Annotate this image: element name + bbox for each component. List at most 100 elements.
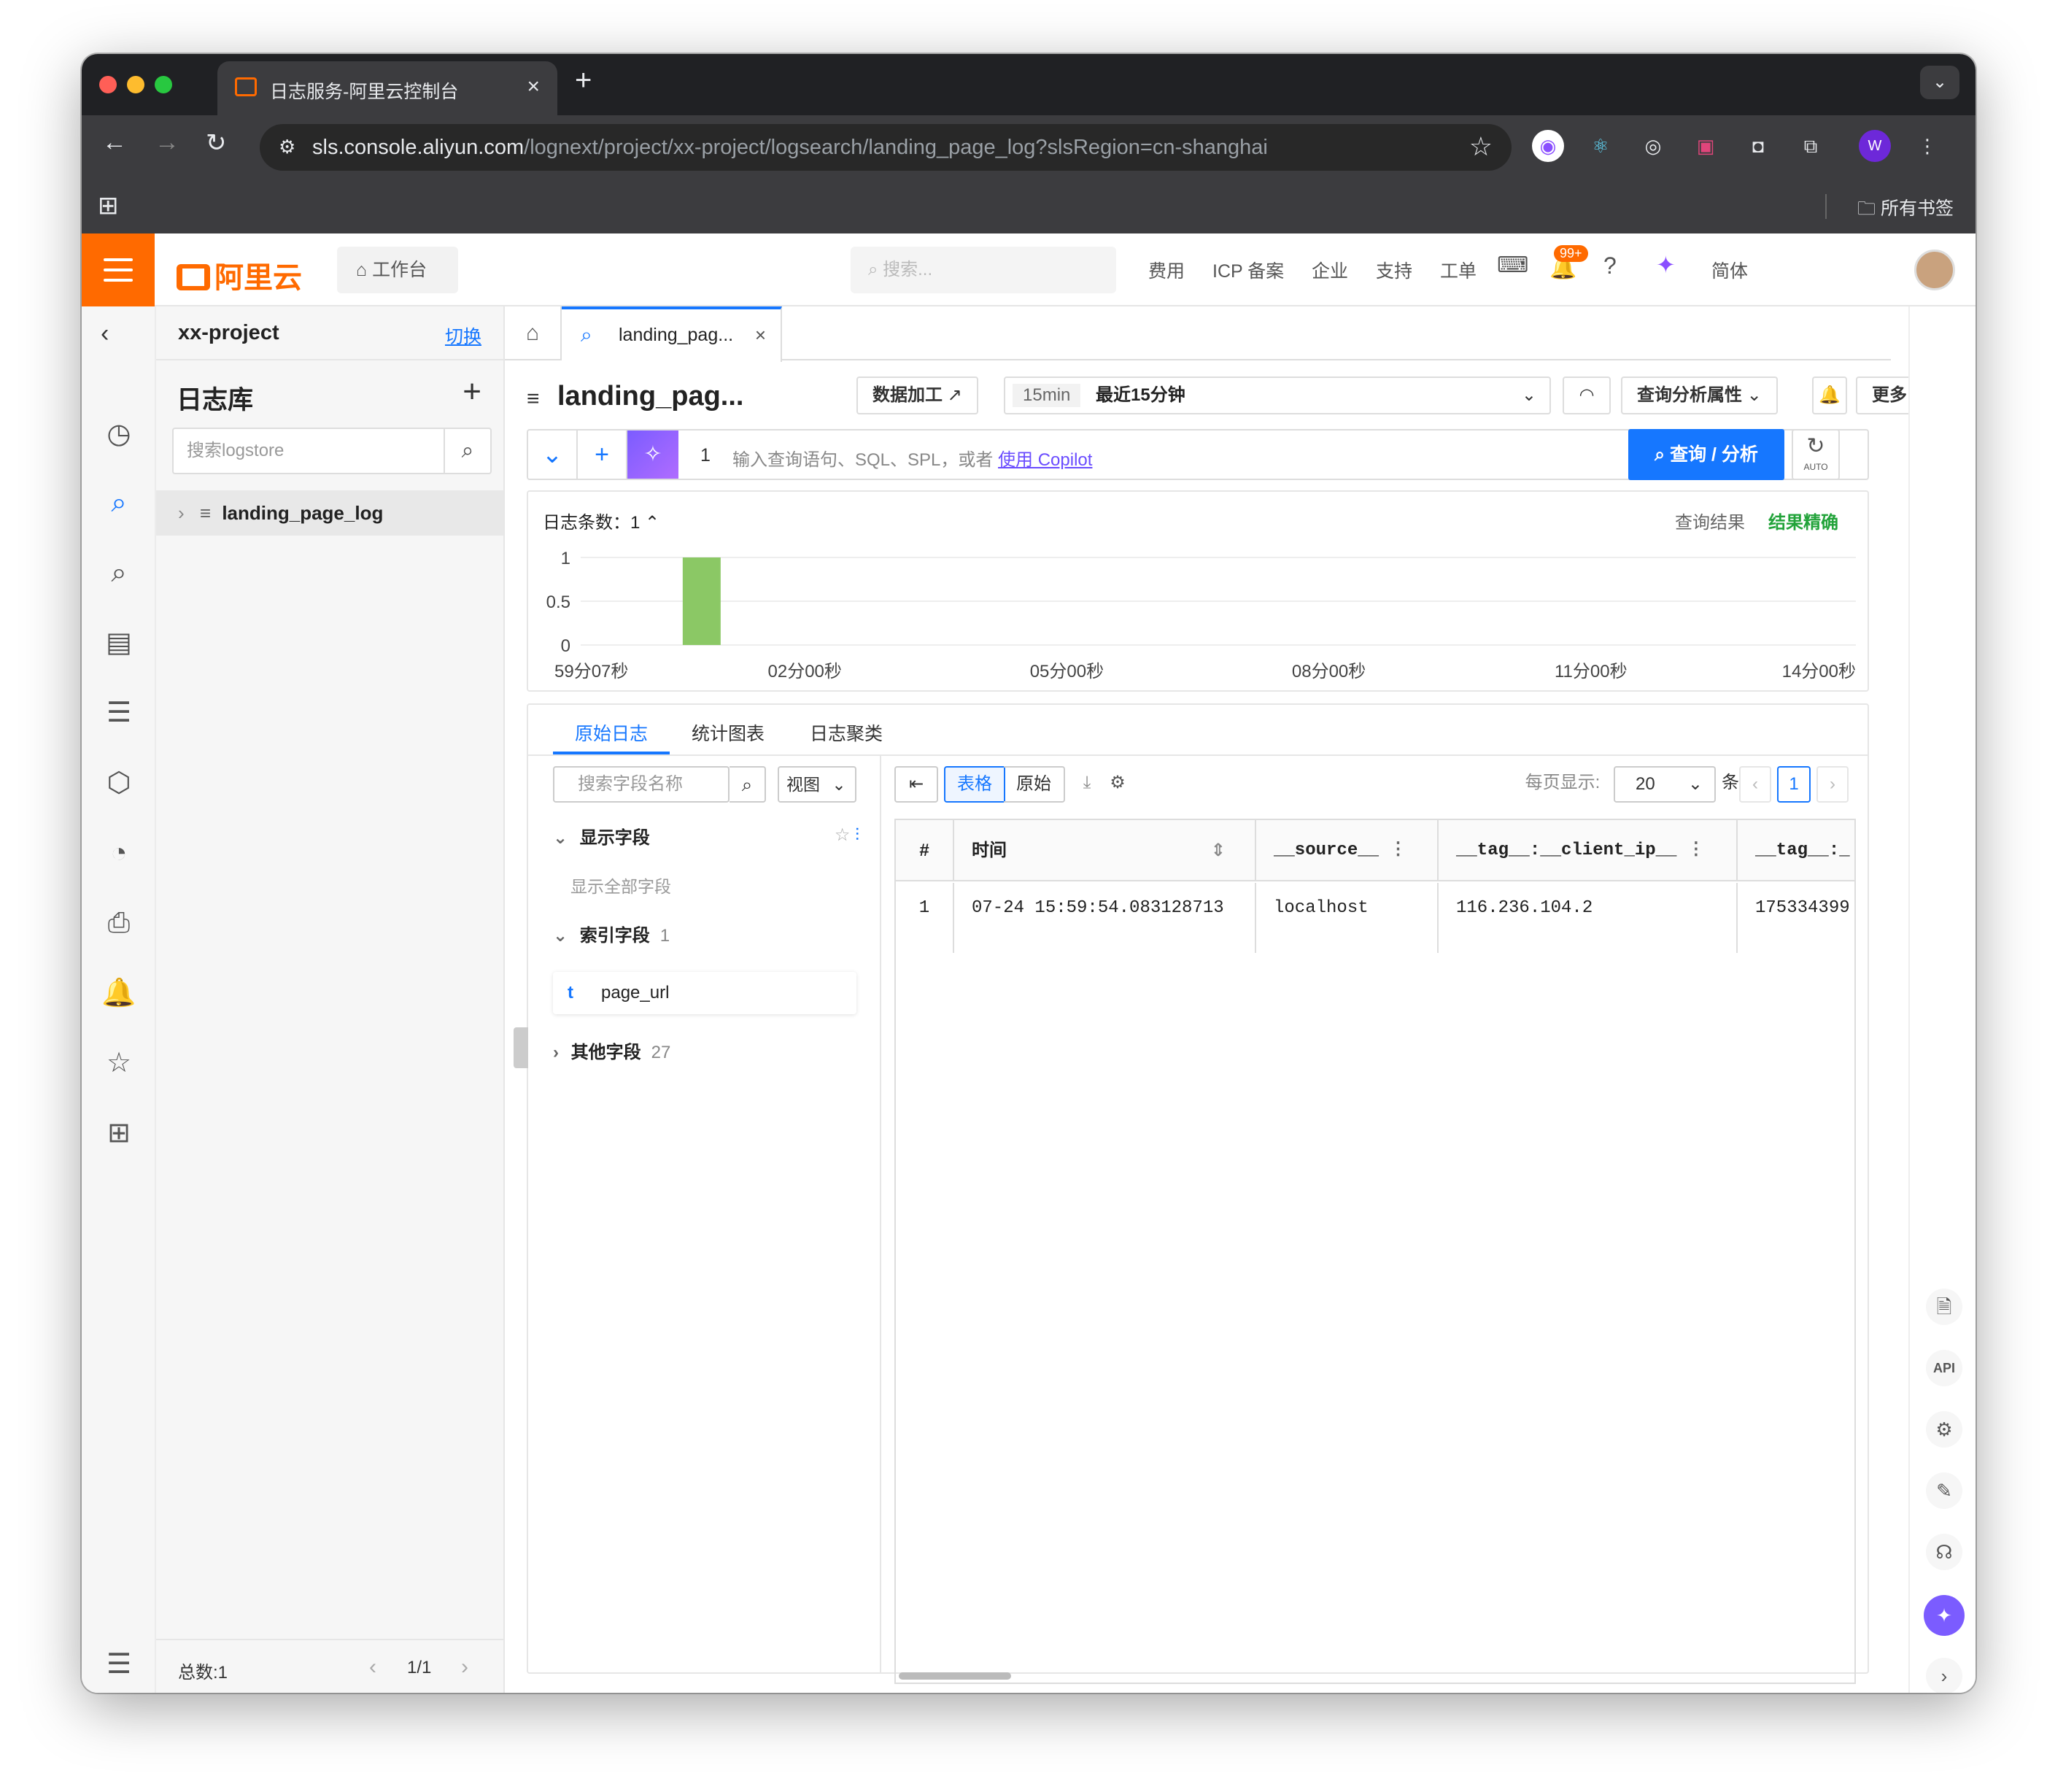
monitor-search-icon[interactable]: ⌕	[101, 555, 137, 591]
gear-icon[interactable]: ⚙	[1103, 766, 1132, 803]
settings-gear-icon[interactable]: ⚙	[1926, 1411, 1962, 1448]
sort-icon[interactable]: ⇕	[1211, 820, 1226, 880]
nav-link-billing[interactable]: 费用	[1148, 257, 1185, 283]
apps-grid-icon[interactable]: ⊞	[101, 1115, 137, 1151]
browser-tab[interactable]: 日志服务-阿里云控制台 ×	[217, 61, 557, 115]
collapse-fields-icon[interactable]: ⇤	[894, 766, 938, 803]
address-bar[interactable]: ⚙ sls.console.aliyun.com/lognext/project…	[260, 124, 1512, 171]
view-table-button[interactable]: 表格	[944, 766, 1005, 803]
tab-log-cluster[interactable]: 日志聚类	[810, 719, 883, 746]
view-raw-button[interactable]: 原始	[1004, 766, 1065, 803]
camera-extension-icon[interactable]: ◘	[1742, 130, 1774, 162]
global-search-input[interactable]: ⌕ 搜索...	[851, 247, 1116, 293]
site-settings-icon[interactable]: ⚙	[279, 136, 302, 159]
prev-page-button[interactable]: ‹	[1739, 766, 1771, 803]
bookmark-star-icon[interactable]: ☆	[1469, 131, 1493, 162]
tab-raw-logs[interactable]: 原始日志	[575, 719, 648, 746]
index-fields-group[interactable]: ⌄ 索引字段 1	[553, 921, 670, 946]
terminal-icon[interactable]: ⌨	[1497, 252, 1528, 278]
copilot-sparkle-icon[interactable]: ✦	[1656, 251, 1676, 279]
profile-avatar[interactable]: W	[1859, 130, 1891, 162]
headset-support-icon[interactable]: ☊	[1926, 1534, 1962, 1570]
nav-link-support[interactable]: 支持	[1376, 257, 1412, 283]
chevron-right-icon[interactable]: ›	[178, 502, 185, 524]
new-tab-icon[interactable]: +	[575, 64, 592, 97]
extension-target-icon[interactable]: ◎	[1637, 130, 1669, 162]
browser-menu-icon[interactable]: ⋮	[1911, 130, 1943, 162]
query-analyze-button[interactable]: ⌕ 查询 / 分析	[1628, 429, 1784, 480]
api-icon[interactable]: API	[1926, 1350, 1962, 1386]
per-page-select[interactable]: 20 ⌄	[1614, 766, 1716, 803]
analysis-properties-button[interactable]: 查询分析属性 ⌄	[1621, 376, 1778, 414]
document-icon[interactable]: 🗎	[1926, 1289, 1962, 1325]
dashboard-icon[interactable]: ▤	[101, 625, 137, 661]
shown-fields-group[interactable]: ⌄ 显示字段	[553, 823, 650, 849]
apps-grid-icon[interactable]: ⊞	[98, 191, 119, 220]
log-search-icon[interactable]: ⌕	[101, 484, 137, 521]
pie-chart-icon[interactable]: ◔	[101, 835, 137, 871]
close-window-button[interactable]	[99, 76, 117, 93]
back-chevron-icon[interactable]: ‹	[101, 320, 109, 348]
data-process-button[interactable]: 数据加工 ↗	[856, 376, 978, 414]
tab-statistics-chart[interactable]: 统计图表	[692, 719, 765, 746]
logstore-search-input[interactable]: 搜索logstore ⌕	[172, 428, 492, 474]
prev-page-icon[interactable]: ‹	[369, 1655, 376, 1680]
alert-bell-icon[interactable]: 🔔	[1812, 376, 1847, 414]
column-header-tag[interactable]: __tag__:_	[1738, 820, 1854, 881]
clock-icon[interactable]: ◷	[101, 416, 137, 452]
expand-menu-icon[interactable]: ☰	[101, 1646, 137, 1683]
download-icon[interactable]: ⤓	[1072, 766, 1102, 803]
copilot-link[interactable]: 使用 Copilot	[998, 450, 1092, 470]
edit-pencil-icon[interactable]: ✎	[1926, 1472, 1962, 1509]
user-avatar[interactable]	[1914, 250, 1955, 290]
nav-link-icp[interactable]: ICP 备案	[1212, 257, 1284, 283]
column-header-source[interactable]: __source__ ⋮	[1256, 820, 1439, 881]
hamburger-menu-icon[interactable]	[82, 233, 155, 306]
logstore-item[interactable]: › ≡ landing_page_log	[156, 490, 503, 536]
tab-search-chevron-icon[interactable]: ⌄	[1920, 66, 1959, 99]
extensions-puzzle-icon[interactable]: ⧉	[1795, 130, 1827, 162]
current-page[interactable]: 1	[1777, 766, 1811, 803]
field-search-input[interactable]: 搜索字段名称	[553, 766, 730, 803]
ai-magic-wand-icon[interactable]: ✧	[627, 430, 678, 479]
favorite-star-icon[interactable]: ☆	[101, 1045, 137, 1081]
language-switch[interactable]: 简体	[1711, 257, 1748, 283]
horizontal-scrollbar[interactable]	[899, 1672, 1011, 1680]
column-menu-icon[interactable]: ⋮	[1389, 841, 1406, 860]
close-tab-icon[interactable]: ×	[527, 74, 540, 99]
history-chevron-icon[interactable]: ⌄	[528, 430, 578, 479]
view-select[interactable]: 视图 ⌄	[778, 766, 856, 803]
maximize-window-button[interactable]	[155, 76, 172, 93]
column-header-client-ip[interactable]: __tag__:__client_ip__ ⋮	[1439, 820, 1738, 881]
nav-link-ticket[interactable]: 工单	[1440, 257, 1477, 283]
field-item-page-url[interactable]: t page_url	[553, 972, 856, 1014]
next-page-icon[interactable]: ›	[461, 1655, 468, 1680]
alert-bell-icon[interactable]: 🔔	[101, 975, 137, 1011]
minimize-window-button[interactable]	[127, 76, 144, 93]
react-devtools-icon[interactable]: ⚛	[1584, 130, 1617, 162]
other-fields-group[interactable]: › 其他字段 27	[553, 1038, 670, 1063]
forward-arrow-icon[interactable]: →	[155, 128, 179, 157]
close-tab-icon[interactable]: ×	[755, 309, 766, 360]
copilot-sparkle-icon[interactable]: ✦	[1924, 1595, 1965, 1636]
time-range-select[interactable]: 15min 最近15分钟 ⌄	[1004, 376, 1551, 414]
add-logstore-icon[interactable]: +	[463, 374, 481, 410]
nav-link-enterprise[interactable]: 企业	[1312, 257, 1348, 283]
extension-brain-icon[interactable]: ◉	[1532, 130, 1564, 162]
help-icon[interactable]: ?	[1603, 252, 1617, 279]
speedometer-icon[interactable]: ◠	[1563, 376, 1611, 414]
sliders-icon[interactable]: ⫶	[855, 825, 859, 845]
chevron-right-icon[interactable]: ›	[1926, 1658, 1962, 1693]
document-list-icon[interactable]: ☰	[101, 695, 137, 731]
column-header-time[interactable]: 时间 ⇕	[954, 820, 1256, 881]
reload-icon[interactable]: ↻	[206, 128, 227, 158]
all-bookmarks-folder[interactable]: 🗀 所有书签	[1857, 194, 1954, 226]
home-tab-icon[interactable]: ⌂	[505, 306, 562, 360]
tab-landing-page-log[interactable]: ⌕ landing_pag... ×	[562, 306, 782, 362]
workbench-button[interactable]: ⌂ 工作台	[337, 247, 458, 293]
inbox-icon[interactable]: ⎙	[101, 905, 137, 941]
search-icon[interactable]: ⌕	[730, 766, 766, 803]
switch-project-link[interactable]: 切换	[445, 323, 481, 349]
auto-refresh-button[interactable]: ↻ AUTO	[1792, 429, 1840, 480]
column-menu-icon[interactable]: ⋮	[1687, 841, 1705, 860]
